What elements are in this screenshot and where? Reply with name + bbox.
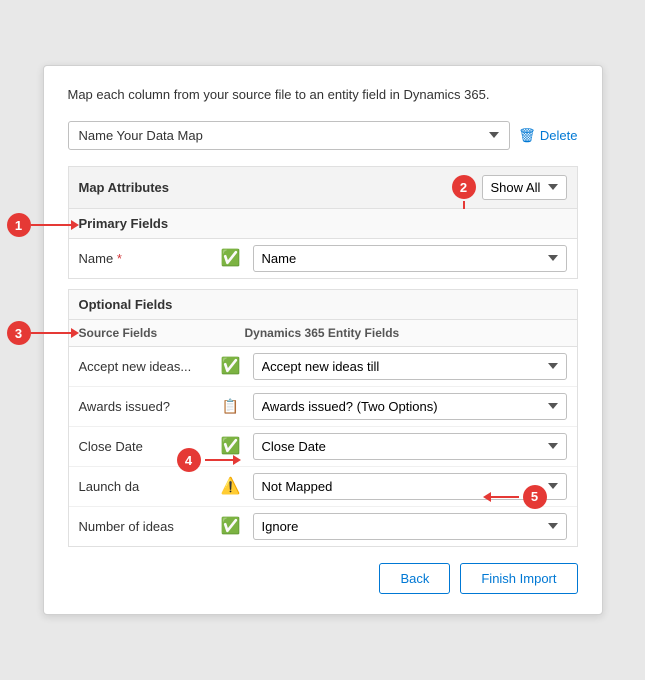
intro-text: Map each column from your source file to… xyxy=(68,86,578,104)
primary-fields-section: Primary Fields Name * ✅ Name xyxy=(68,209,578,279)
primary-fields-label: Primary Fields xyxy=(79,216,169,231)
optional-select-1[interactable]: Awards issued? (Two Options) xyxy=(253,393,567,420)
doc-icon-1: 📋 xyxy=(222,398,239,415)
optional-select-0[interactable]: Accept new ideas till xyxy=(253,353,567,380)
delete-button[interactable]: 🗑 Delete xyxy=(518,127,577,144)
optional-source-1: Awards issued? xyxy=(79,399,209,414)
annotation-1: 1 xyxy=(7,213,31,237)
optional-icon-1: 📋 xyxy=(217,398,245,415)
finish-import-button[interactable]: Finish Import xyxy=(460,563,577,594)
annotation-4: 4 xyxy=(177,448,201,472)
check-icon-0: ✅ xyxy=(221,356,241,376)
annotation-4-group: 4 xyxy=(177,448,241,472)
required-star: * xyxy=(117,251,122,266)
optional-fields-section: Optional Fields Source Fields Dynamics 3… xyxy=(68,289,578,547)
check-icon: ✅ xyxy=(221,248,241,268)
map-attributes-header: Map Attributes 2 Show All xyxy=(68,166,578,209)
warning-icon-3: ⚠️ xyxy=(221,476,241,496)
annotation-5-arrow xyxy=(483,492,519,502)
name-field-select[interactable]: Name xyxy=(253,245,567,272)
back-button[interactable]: Back xyxy=(379,563,450,594)
source-fields-col-header: Source Fields xyxy=(79,326,209,340)
annotation-5-group: 5 xyxy=(483,485,547,509)
name-field-label: Name * xyxy=(79,251,209,266)
optional-icon-4: ✅ xyxy=(217,516,245,536)
optional-fields-label: Optional Fields xyxy=(79,297,173,312)
annotation-1-arrow xyxy=(31,220,79,230)
show-all-select[interactable]: Show All xyxy=(482,175,567,200)
data-map-row: Name Your Data Map 🗑 Delete xyxy=(68,121,578,150)
annotation-2: 2 xyxy=(452,175,476,199)
primary-fields-label-row: Primary Fields xyxy=(69,209,577,239)
optional-source-4: Number of ideas xyxy=(79,519,209,534)
map-attributes-label: Map Attributes xyxy=(79,180,170,195)
annotation-3-arrow xyxy=(31,328,79,338)
optional-field-row-4: Number of ideas ✅ 5 xyxy=(69,507,577,546)
dynamics-col-header: Dynamics 365 Entity Fields xyxy=(245,326,567,340)
show-all-container: 2 Show All xyxy=(452,175,567,200)
delete-icon: 🗑 xyxy=(518,127,536,144)
check-icon-4: ✅ xyxy=(221,516,241,536)
optional-select-4[interactable]: Ignore xyxy=(253,513,567,540)
name-field-icon: ✅ xyxy=(217,248,245,268)
import-dialog: Map each column from your source file to… xyxy=(43,65,603,614)
optional-field-row-2: Close Date ✅ Close Date xyxy=(69,427,577,467)
optional-fields-label-row: Optional Fields xyxy=(69,290,577,320)
optional-icon-3: 4 ⚠️ xyxy=(217,476,245,496)
optional-source-0: Accept new ideas... xyxy=(79,359,209,374)
annotation-4-arrow xyxy=(205,455,241,465)
dialog-footer: Back Finish Import xyxy=(68,563,578,594)
annotation-5: 5 xyxy=(523,485,547,509)
optional-field-row-1: Awards issued? 📋 Awards issued? (Two Opt… xyxy=(69,387,577,427)
annotation-3: 3 xyxy=(7,321,31,345)
optional-col-headers: Source Fields Dynamics 365 Entity Fields xyxy=(69,320,577,347)
optional-select-4-container: 5 Ignore xyxy=(253,513,567,540)
optional-icon-0: ✅ xyxy=(217,356,245,376)
optional-field-row-0: Accept new ideas... ✅ Accept new ideas t… xyxy=(69,347,577,387)
name-field-row: Name * ✅ Name xyxy=(69,239,577,278)
optional-select-2[interactable]: Close Date xyxy=(253,433,567,460)
optional-source-3: Launch da xyxy=(79,479,209,494)
data-map-select[interactable]: Name Your Data Map xyxy=(68,121,511,150)
